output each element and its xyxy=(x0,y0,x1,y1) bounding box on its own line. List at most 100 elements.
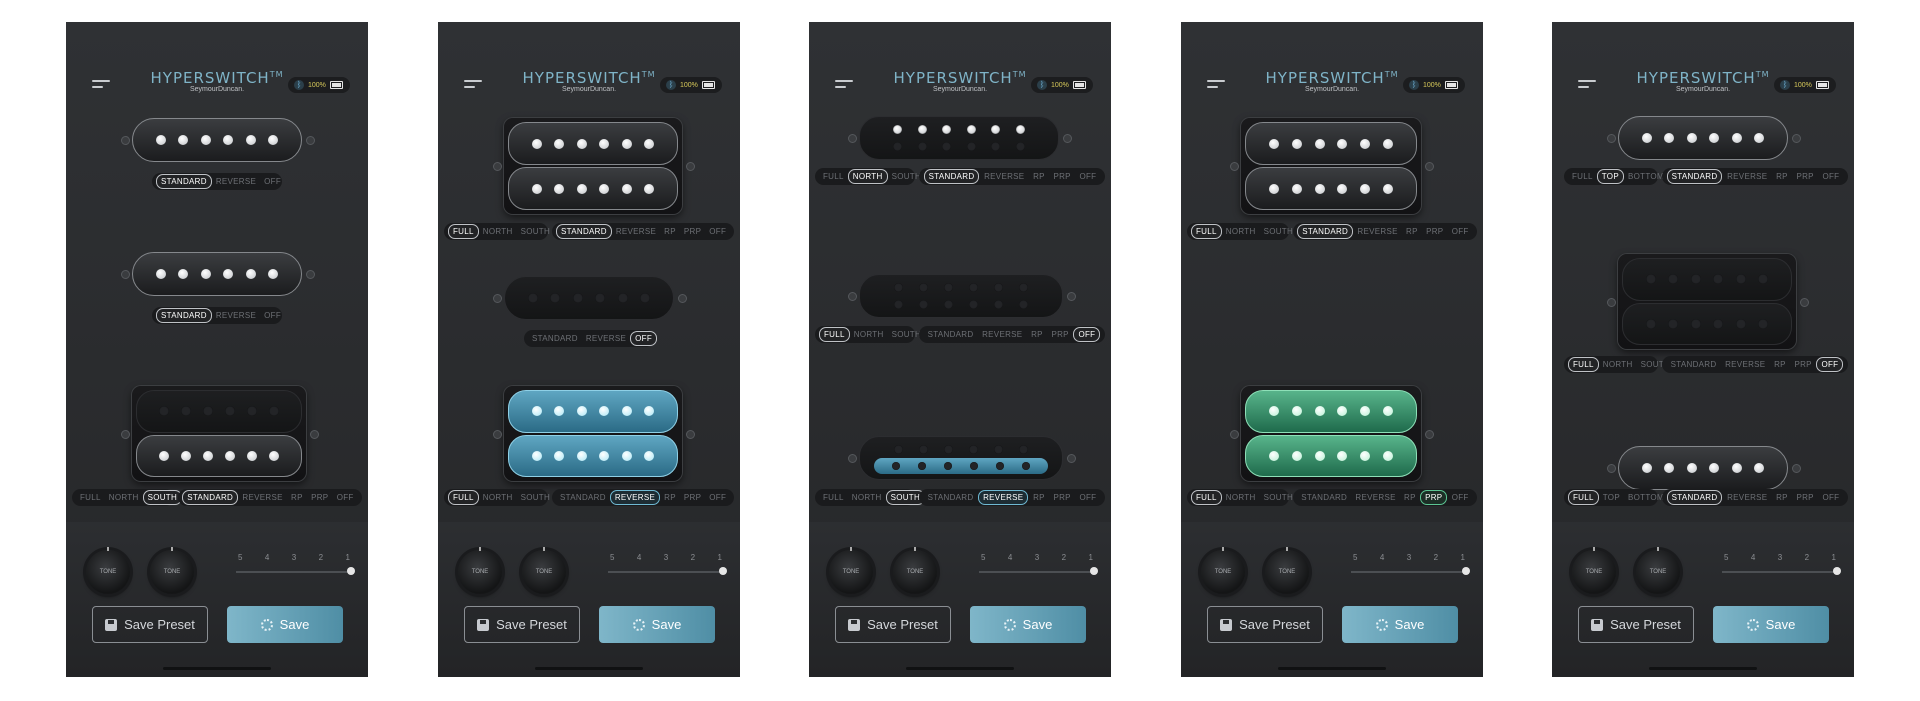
tone-knob-2[interactable]: TONE xyxy=(150,547,194,594)
pickup-coil-top[interactable] xyxy=(1245,390,1417,433)
mode-option-off[interactable]: OFF xyxy=(1075,491,1100,504)
mode-option-standard[interactable]: STANDARD xyxy=(1297,491,1351,504)
mode-option-prp[interactable]: PRP xyxy=(1792,170,1817,183)
save-button[interactable]: Save xyxy=(1713,606,1829,643)
mode-option-reverse[interactable]: REVERSE xyxy=(609,490,661,505)
coil-option-north[interactable]: NORTH xyxy=(1222,225,1260,238)
position-slider-thumb[interactable] xyxy=(1833,567,1841,575)
position-slider-track[interactable] xyxy=(236,571,351,573)
position-slider-track[interactable] xyxy=(1722,571,1837,573)
pickup-coil-top[interactable] xyxy=(508,390,678,433)
coil-option-north[interactable]: NORTH xyxy=(848,491,886,504)
mode-option-rp[interactable]: RP xyxy=(1027,328,1047,341)
position-slider-thumb[interactable] xyxy=(719,567,727,575)
pickup-3[interactable] xyxy=(504,386,682,481)
position-slider-track[interactable] xyxy=(979,571,1094,573)
coil-option-full[interactable]: FULL xyxy=(1191,224,1222,239)
coil-option-south[interactable]: SOUTH xyxy=(517,225,555,238)
pickup-2[interactable] xyxy=(132,252,302,296)
pickup-coil-top[interactable] xyxy=(1245,122,1417,165)
mode-option-off[interactable]: OFF xyxy=(1073,327,1101,342)
coil-option-full[interactable]: FULL xyxy=(819,327,850,342)
coil-option-full[interactable]: FULL xyxy=(448,224,479,239)
mode-option-rp[interactable]: RP xyxy=(1772,170,1792,183)
mode-option-prp[interactable]: PRP xyxy=(1047,328,1072,341)
mode-option-prp[interactable]: PRP xyxy=(1049,491,1074,504)
mode-option-off[interactable]: OFF xyxy=(1448,225,1473,238)
coil-option-top[interactable]: TOP xyxy=(1599,491,1624,504)
mode-option-off[interactable]: OFF xyxy=(1816,357,1844,372)
coil-option-north[interactable]: NORTH xyxy=(1599,358,1637,371)
mode-option-reverse[interactable]: REVERSE xyxy=(1351,491,1399,504)
mode-option-standard[interactable]: STANDARD xyxy=(182,490,239,505)
mode-option-prp[interactable]: PRP xyxy=(307,491,332,504)
mode-option-standard[interactable]: STANDARD xyxy=(556,224,612,239)
pickup-3[interactable] xyxy=(1241,386,1421,481)
save-button[interactable]: Save xyxy=(1342,606,1458,643)
mode-option-off[interactable]: OFF xyxy=(705,491,730,504)
tone-knob-2[interactable]: TONE xyxy=(1265,547,1309,594)
pickup-coil-bottom[interactable] xyxy=(508,434,678,477)
tone-knob-1[interactable]: TONE xyxy=(86,547,130,594)
coil-option-full[interactable]: FULL xyxy=(1191,490,1222,505)
position-slider-track[interactable] xyxy=(608,571,723,573)
mode-option-off[interactable]: OFF xyxy=(1818,170,1843,183)
mode-option-standard[interactable]: STANDARD xyxy=(1667,358,1721,371)
coil-option-north[interactable]: NORTH xyxy=(479,225,517,238)
coil-option-north[interactable]: NORTH xyxy=(1222,491,1260,504)
pickup-1[interactable] xyxy=(504,118,682,214)
position-slider-thumb[interactable] xyxy=(1090,567,1098,575)
mode-option-off[interactable]: OFF xyxy=(260,175,285,188)
save-button[interactable]: Save xyxy=(970,606,1086,643)
mode-option-rp[interactable]: RP xyxy=(1029,170,1049,183)
mode-option-off[interactable]: OFF xyxy=(705,225,730,238)
coil-option-south[interactable]: SOUTH xyxy=(142,490,183,505)
position-slider-thumb[interactable] xyxy=(1462,567,1470,575)
mode-option-off[interactable]: OFF xyxy=(1448,491,1473,504)
mode-option-reverse[interactable]: REVERSE xyxy=(612,225,660,238)
tone-knob-1[interactable]: TONE xyxy=(458,547,502,594)
pickup-coil-top[interactable] xyxy=(1622,258,1792,301)
position-slider-track[interactable] xyxy=(1351,571,1466,573)
mode-option-off[interactable]: OFF xyxy=(630,331,658,346)
pickup-coil-top[interactable] xyxy=(136,390,302,433)
position-slider-thumb[interactable] xyxy=(347,567,355,575)
mode-option-off[interactable]: OFF xyxy=(260,309,285,322)
mode-option-reverse[interactable]: REVERSE xyxy=(212,309,260,322)
save-button[interactable]: Save xyxy=(599,606,715,643)
mode-option-prp[interactable]: PRP xyxy=(680,225,705,238)
mode-option-reverse[interactable]: REVERSE xyxy=(1721,358,1769,371)
coil-option-south[interactable]: SOUTH xyxy=(1260,491,1298,504)
mode-option-off[interactable]: OFF xyxy=(1075,170,1100,183)
mode-option-prp[interactable]: PRP xyxy=(1422,225,1447,238)
pickup-1[interactable] xyxy=(1618,116,1788,160)
mode-option-prp[interactable]: PRP xyxy=(1792,491,1817,504)
mode-option-prp[interactable]: PRP xyxy=(1420,490,1448,505)
pickup-1[interactable] xyxy=(132,118,302,162)
pickup-coil-bottom[interactable] xyxy=(136,434,302,477)
pickup-3[interactable] xyxy=(132,386,306,481)
save-preset-button[interactable]: Save Preset xyxy=(464,606,580,643)
coil-option-full[interactable]: FULL xyxy=(819,491,848,504)
save-preset-button[interactable]: Save Preset xyxy=(1578,606,1694,643)
coil-option-south[interactable]: SOUTH xyxy=(517,491,555,504)
save-preset-button[interactable]: Save Preset xyxy=(835,606,951,643)
mode-option-rp[interactable]: RP xyxy=(1772,491,1792,504)
pickup-coil-bottom[interactable] xyxy=(1622,302,1792,345)
pickup-2[interactable] xyxy=(859,274,1063,318)
coil-option-north[interactable]: NORTH xyxy=(847,169,888,184)
mode-option-rp[interactable]: RP xyxy=(660,225,680,238)
coil-option-full[interactable]: FULL xyxy=(76,491,105,504)
mode-option-reverse[interactable]: REVERSE xyxy=(978,328,1026,341)
coil-option-north[interactable]: NORTH xyxy=(850,328,888,341)
mode-option-reverse[interactable]: REVERSE xyxy=(238,491,286,504)
mode-option-reverse[interactable]: REVERSE xyxy=(1723,491,1771,504)
coil-option-north[interactable]: NORTH xyxy=(479,491,517,504)
tone-knob-2[interactable]: TONE xyxy=(893,547,937,594)
mode-option-rp[interactable]: RP xyxy=(1400,491,1420,504)
pickup-coil-bottom[interactable] xyxy=(1245,434,1417,477)
mode-option-rp[interactable]: RP xyxy=(287,491,307,504)
pickup-coil-bottom[interactable] xyxy=(508,167,678,210)
mode-option-off[interactable]: OFF xyxy=(333,491,358,504)
tone-knob-2[interactable]: TONE xyxy=(522,547,566,594)
